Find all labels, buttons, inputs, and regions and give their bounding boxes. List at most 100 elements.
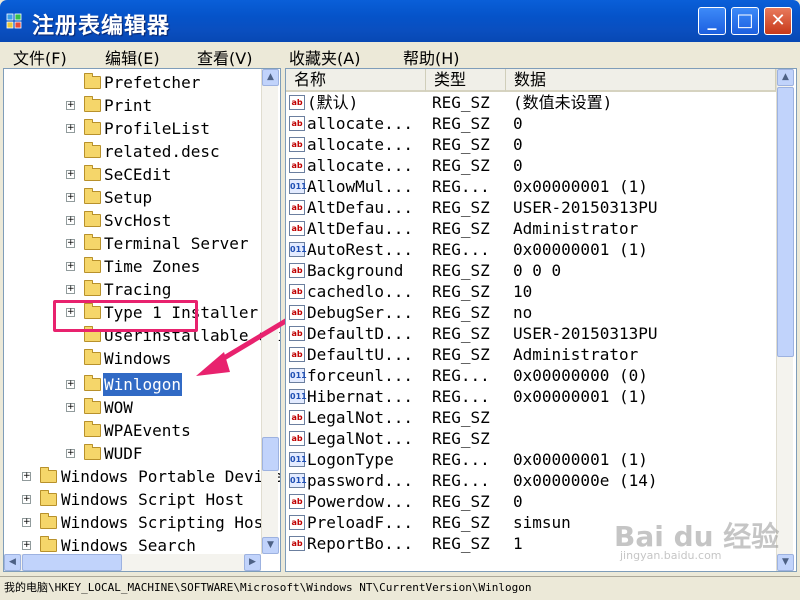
value-row[interactable]: ab allocate... REG_SZ 0 (286, 155, 776, 176)
value-type: REG_SZ (432, 156, 490, 175)
tree-item-label: Windows Scripting Host (61, 513, 273, 532)
folder-icon (84, 421, 101, 437)
value-row[interactable]: ab DebugSer... REG_SZ no (286, 302, 776, 323)
expand-icon[interactable]: + (66, 285, 75, 294)
window-title: 注册表编辑器 (32, 14, 171, 39)
folder-icon (84, 444, 101, 460)
value-row[interactable]: ab Background REG_SZ 0 0 0 (286, 260, 776, 281)
scroll-thumb[interactable] (22, 554, 122, 571)
folder-icon (84, 234, 101, 250)
value-row[interactable]: 011 AutoRest... REG... 0x00000001 (1) (286, 239, 776, 260)
tree-item-label: SeCEdit (104, 165, 172, 184)
menu-file[interactable]: 文件(F) (13, 45, 67, 69)
value-name: AutoRest... (307, 240, 413, 259)
folder-icon (84, 211, 101, 227)
folder-open-icon (84, 375, 101, 391)
value-data: USER-20150313PU (513, 198, 658, 217)
menu-help[interactable]: 帮助(H) (403, 45, 460, 69)
close-button[interactable]: ✕ (764, 7, 792, 35)
value-name: password... (307, 471, 413, 490)
column-header-data[interactable]: 数据 (506, 69, 776, 92)
string-value-icon: ab (289, 515, 305, 530)
value-data: 1 (513, 534, 523, 553)
folder-icon (40, 536, 57, 552)
value-name: DefaultU... (307, 345, 413, 364)
expand-icon[interactable]: + (22, 495, 31, 504)
value-name: allocate... (307, 114, 413, 133)
watermark-site: jingyan.baidu.com (620, 549, 722, 562)
expand-icon[interactable]: + (66, 403, 75, 412)
menu-edit[interactable]: 编辑(E) (105, 45, 160, 69)
value-type: REG_SZ (432, 513, 490, 532)
values-vertical-scrollbar[interactable]: ▲ ▼ (776, 69, 794, 571)
expand-icon[interactable]: + (22, 518, 31, 527)
tree-horizontal-scrollbar[interactable]: ◀ ▶ (4, 554, 261, 571)
expand-icon[interactable]: + (66, 193, 75, 202)
value-row[interactable]: 011 Hibernat... REG... 0x00000001 (1) (286, 386, 776, 407)
menu-bar: 文件(F) 编辑(E) 查看(V) 收藏夹(A) 帮助(H) (3, 42, 797, 68)
tree-item-label: WPAEvents (104, 421, 191, 440)
value-row[interactable]: ab Powerdow... REG_SZ 0 (286, 491, 776, 512)
value-row[interactable]: ab (默认) REG_SZ (数值未设置) (286, 92, 776, 113)
value-data: 0 0 0 (513, 261, 562, 280)
expand-icon[interactable]: + (66, 216, 75, 225)
value-data: Administrator (513, 219, 639, 238)
expand-icon[interactable]: + (66, 239, 75, 248)
string-value-icon: ab (289, 137, 305, 152)
scroll-thumb[interactable] (777, 87, 794, 357)
column-header-name[interactable]: 名称 (286, 69, 426, 92)
scroll-up-icon[interactable]: ▲ (777, 69, 794, 86)
value-type: REG... (432, 471, 490, 490)
expand-icon[interactable]: + (66, 380, 75, 389)
expand-icon[interactable]: + (66, 449, 75, 458)
menu-view[interactable]: 查看(V) (197, 45, 252, 69)
value-row[interactable]: ab LegalNot... REG_SZ (286, 428, 776, 449)
menu-favorites[interactable]: 收藏夹(A) (289, 45, 360, 69)
string-value-icon: ab (289, 494, 305, 509)
value-row[interactable]: ab AltDefau... REG_SZ Administrator (286, 218, 776, 239)
value-row[interactable]: ab allocate... REG_SZ 0 (286, 134, 776, 155)
column-header-type[interactable]: 类型 (426, 69, 506, 92)
maximize-button[interactable]: □ (731, 7, 759, 35)
value-type: REG_SZ (432, 135, 490, 154)
tree-item-label: WOW (104, 398, 133, 417)
expand-icon[interactable]: + (22, 541, 31, 550)
value-name: LegalNot... (307, 429, 413, 448)
value-row[interactable]: ab DefaultD... REG_SZ USER-20150313PU (286, 323, 776, 344)
value-row[interactable]: 011 AllowMul... REG... 0x00000001 (1) (286, 176, 776, 197)
value-type: REG_SZ (432, 114, 490, 133)
scroll-down-icon[interactable]: ▼ (262, 537, 279, 554)
value-type: REG... (432, 177, 490, 196)
minimize-button[interactable]: _ (698, 7, 726, 35)
expand-icon[interactable]: + (66, 101, 75, 110)
folder-icon (84, 349, 101, 365)
expand-icon[interactable]: + (66, 262, 75, 271)
value-row[interactable]: ab LegalNot... REG_SZ (286, 407, 776, 428)
scroll-right-icon[interactable]: ▶ (244, 554, 261, 571)
value-row[interactable]: ab allocate... REG_SZ 0 (286, 113, 776, 134)
value-row[interactable]: ab DefaultU... REG_SZ Administrator (286, 344, 776, 365)
expand-icon[interactable]: + (66, 124, 75, 133)
scroll-thumb[interactable] (262, 437, 279, 471)
string-value-icon: ab (289, 536, 305, 551)
expand-icon[interactable]: + (22, 472, 31, 481)
value-type: REG_SZ (432, 303, 490, 322)
value-list[interactable]: 名称 类型 数据 ab (默认) REG_SZ (数值未设置) ab allocate..… (285, 68, 797, 572)
value-row[interactable]: ab cachedlo... REG_SZ 10 (286, 281, 776, 302)
string-value-icon: ab (289, 95, 305, 110)
value-row[interactable]: 011 LogonType REG... 0x00000001 (1) (286, 449, 776, 470)
binary-value-icon: 011 (289, 452, 307, 467)
value-row[interactable]: 011 password... REG... 0x0000000e (14) (286, 470, 776, 491)
expand-icon[interactable]: + (66, 170, 75, 179)
binary-value-icon: 011 (289, 179, 307, 194)
folder-icon (40, 490, 57, 506)
scroll-left-icon[interactable]: ◀ (4, 554, 21, 571)
value-data: 10 (513, 282, 533, 301)
string-value-icon: ab (289, 305, 305, 320)
scroll-up-icon[interactable]: ▲ (262, 69, 279, 86)
folder-icon (84, 73, 101, 89)
value-row[interactable]: 011 forceunl... REG... 0x00000000 (0) (286, 365, 776, 386)
value-row[interactable]: ab AltDefau... REG_SZ USER-20150313PU (286, 197, 776, 218)
title-bar[interactable]: 注册表编辑器 _ □ ✕ (0, 0, 800, 42)
value-name: DefaultD... (307, 324, 413, 343)
